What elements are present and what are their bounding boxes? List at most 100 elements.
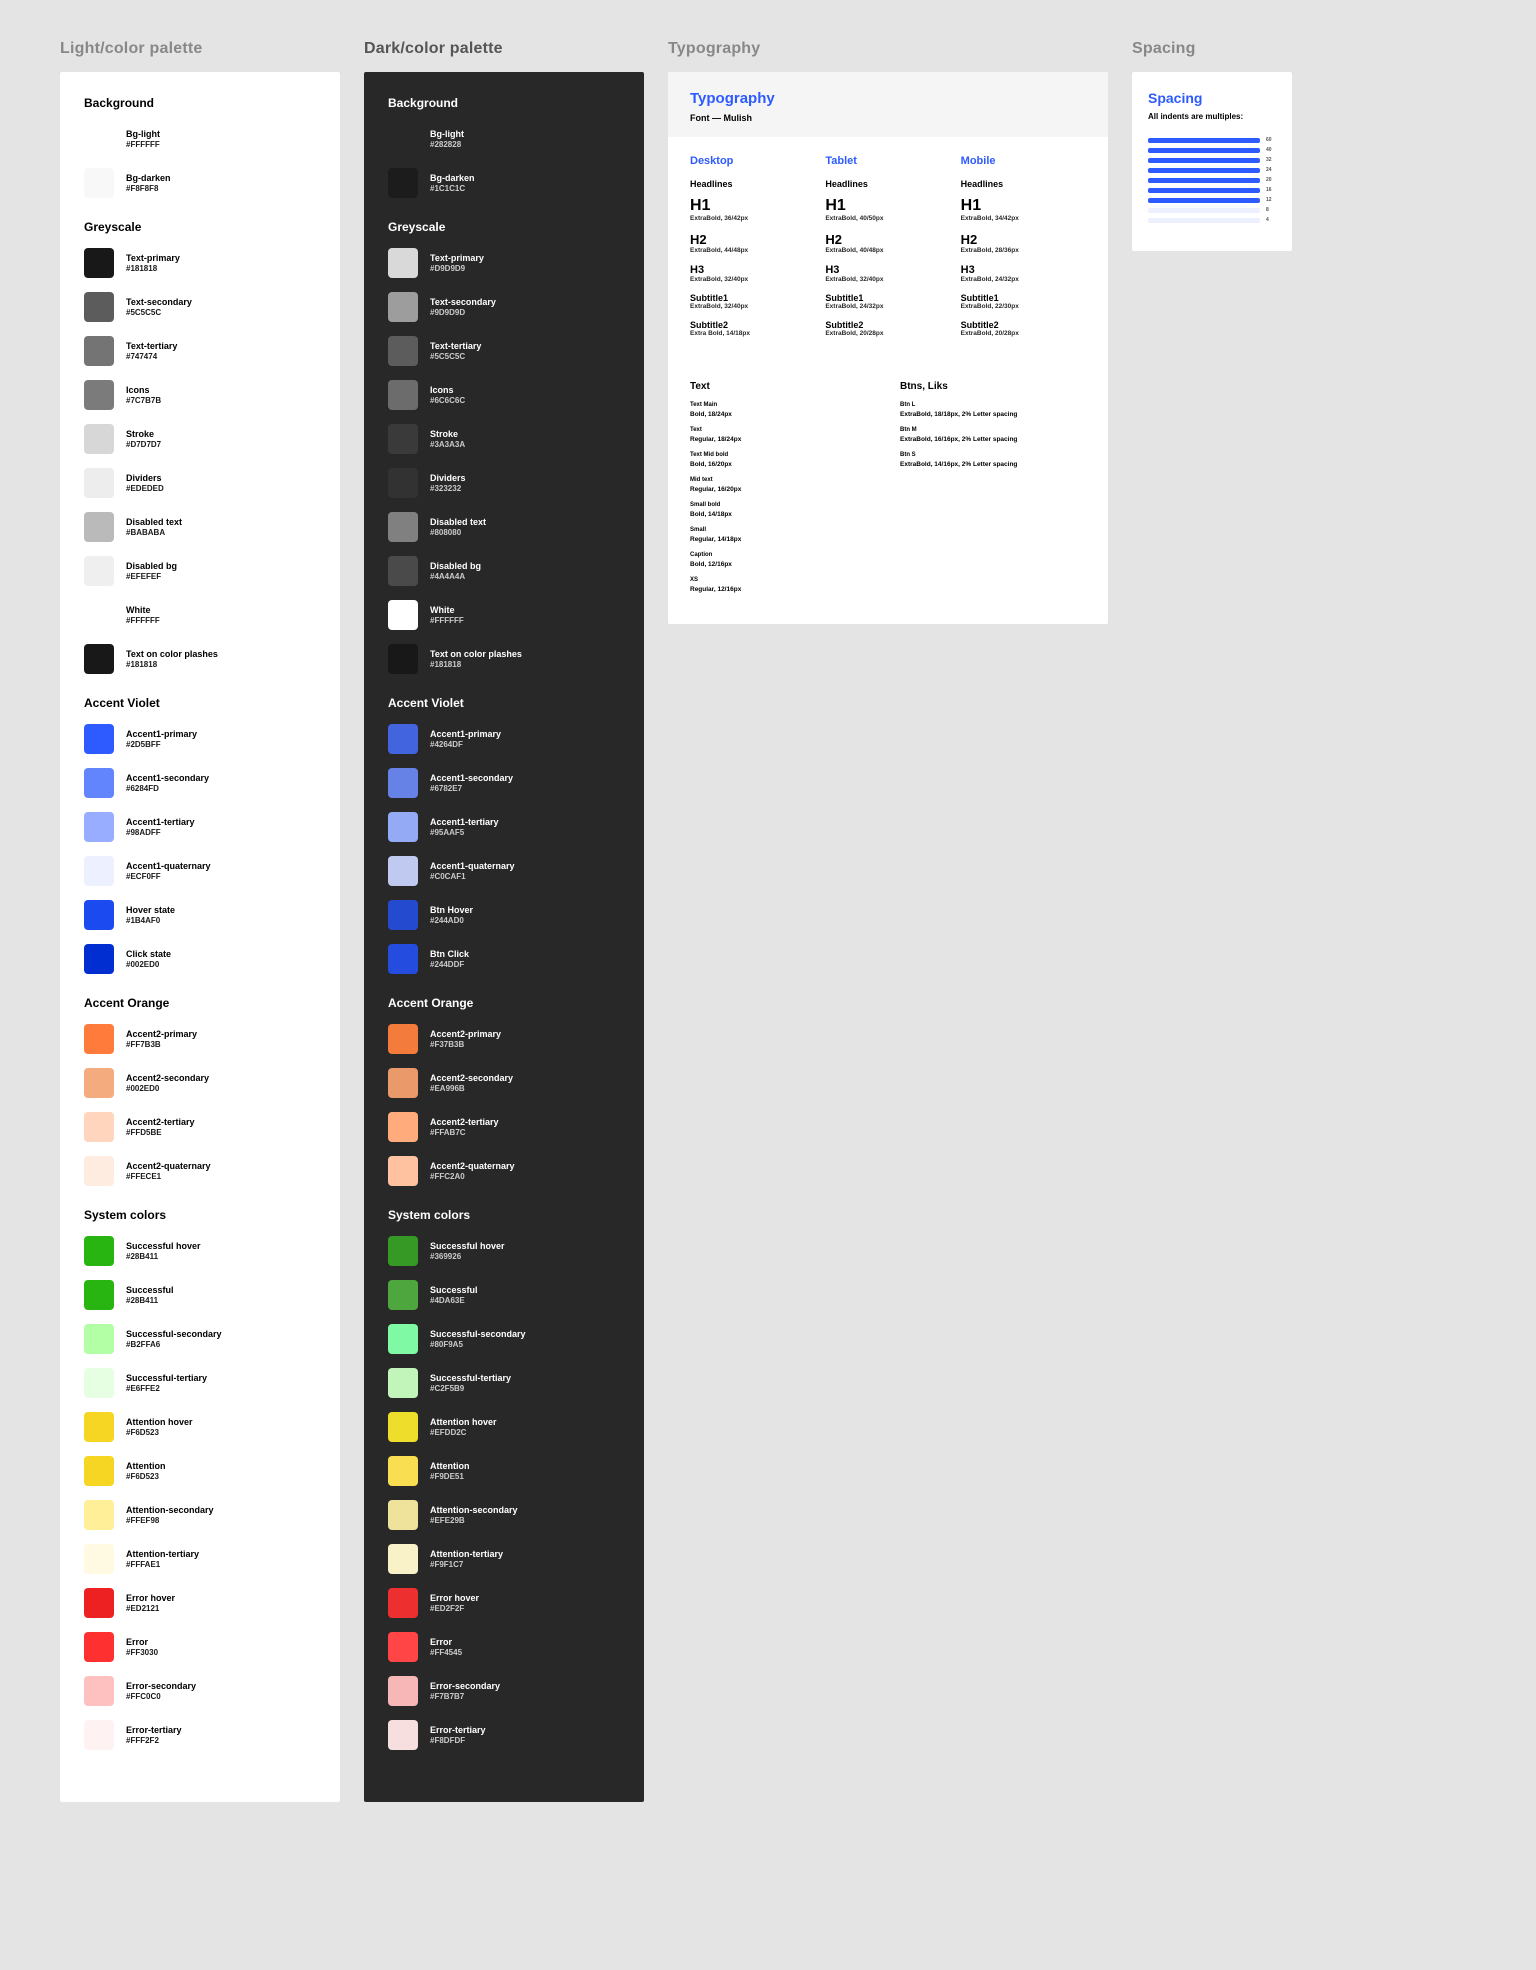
swatch-name: Accent1-tertiary	[126, 817, 195, 827]
swatch-row: Click state#002ED0	[84, 944, 316, 974]
headline-sample: Subtitle1ExtraBold, 22/30px	[961, 293, 1086, 310]
color-swatch	[84, 1500, 114, 1530]
swatch-row: Accent1-secondary#6284FD	[84, 768, 316, 798]
swatch-row: Icons#6C6C6C	[388, 380, 620, 410]
type-label: Text Mid bold	[690, 452, 876, 458]
swatch-row: Successful hover#369926	[388, 1236, 620, 1266]
swatch-row: Error#FF4545	[388, 1632, 620, 1662]
swatch-hex: #747474	[126, 352, 177, 361]
swatch-hex: #6C6C6C	[430, 396, 465, 405]
color-swatch	[388, 424, 418, 454]
color-swatch	[84, 168, 114, 198]
spacing-bar	[1148, 168, 1260, 173]
color-swatch	[388, 336, 418, 366]
color-swatch	[388, 1280, 418, 1310]
swatch-hex: #282828	[430, 140, 464, 149]
typography-font-line: Font — Mulish	[690, 113, 1086, 123]
headline-meta: ExtraBold, 20/28px	[961, 330, 1086, 337]
swatch-row: Dividers#323232	[388, 468, 620, 498]
headline-meta: ExtraBold, 32/40px	[825, 276, 950, 283]
swatch-row: Hover state#1B4AF0	[84, 900, 316, 930]
headline-sample: H2ExtraBold, 28/36px	[961, 232, 1086, 254]
type-label: Btn S	[900, 452, 1086, 458]
swatch-name: Accent1-secondary	[430, 773, 513, 783]
swatch-row: White#FFFFFF	[388, 600, 620, 630]
swatch-name: Accent1-primary	[126, 729, 197, 739]
swatch-hex: #95AAF5	[430, 828, 499, 837]
swatch-row: Accent1-primary#4264DF	[388, 724, 620, 754]
swatch-name: Attention-secondary	[430, 1505, 518, 1515]
headline-text: H1	[690, 197, 815, 215]
palette-section: System colorsSuccessful hover#369926Succ…	[388, 1208, 620, 1750]
type-sample: Mid textRegular, 16/20px	[690, 477, 876, 494]
headline-meta: ExtraBold, 40/50px	[825, 215, 950, 222]
swatch-name: Successful-tertiary	[126, 1373, 207, 1383]
swatch-name: Error-secondary	[126, 1681, 196, 1691]
swatch-name: Error-tertiary	[430, 1725, 486, 1735]
color-swatch	[84, 900, 114, 930]
swatch-hex: #F6D523	[126, 1428, 193, 1437]
spacing-bar	[1148, 178, 1260, 183]
color-swatch	[388, 1068, 418, 1098]
swatch-hex: #EFE29B	[430, 1516, 518, 1525]
swatch-name: Icons	[430, 385, 465, 395]
type-meta: ExtraBold, 18/18px, 2% Letter spacing	[900, 411, 1017, 418]
swatch-row: Attention#F9DE51	[388, 1456, 620, 1486]
swatch-row: Dividers#EDEDED	[84, 468, 316, 498]
type-sample: TextRegular, 18/24px	[690, 427, 876, 444]
swatch-row: Accent2-tertiary#FFAB7C	[388, 1112, 620, 1142]
swatch-hex: #BABABA	[126, 528, 182, 537]
spacing-row: 12	[1148, 197, 1276, 203]
swatch-hex: #323232	[430, 484, 466, 493]
palette-section: Accent OrangeAccent2-primary#FF7B3BAccen…	[84, 996, 316, 1186]
swatch-hex: #ECF0FF	[126, 872, 211, 881]
swatch-row: Successful-tertiary#C2F5B9	[388, 1368, 620, 1398]
color-swatch	[84, 424, 114, 454]
swatch-name: Text-tertiary	[430, 341, 481, 351]
swatch-hex: #98ADFF	[126, 828, 195, 837]
swatch-name: Successful-secondary	[430, 1329, 526, 1339]
section-heading: Greyscale	[388, 220, 620, 234]
swatch-row: Bg-light#FFFFFF	[84, 124, 316, 154]
type-sample: Text MainBold, 18/24px	[690, 402, 876, 419]
swatch-row: Successful hover#28B411	[84, 1236, 316, 1266]
swatch-name: Accent1-quaternary	[430, 861, 515, 871]
swatch-hex: #3A3A3A	[430, 440, 465, 449]
type-meta: ExtraBold, 14/16px, 2% Letter spacing	[900, 461, 1017, 468]
swatch-name: Disabled text	[430, 517, 486, 527]
device-heading: Mobile	[961, 155, 1086, 167]
swatch-name: Attention hover	[430, 1417, 497, 1427]
section-heading: Accent Violet	[388, 696, 620, 710]
type-label: Mid text	[690, 477, 876, 483]
swatch-hex: #1C1C1C	[430, 184, 475, 193]
swatch-name: Successful	[430, 1285, 478, 1295]
swatch-hex: #002ED0	[126, 960, 171, 969]
swatch-name: Dividers	[430, 473, 466, 483]
swatch-name: Successful-tertiary	[430, 1373, 511, 1383]
color-swatch	[84, 1112, 114, 1142]
swatch-row: Stroke#D7D7D7	[84, 424, 316, 454]
spacing-bar	[1148, 198, 1260, 203]
swatch-row: Disabled bg#EFEFEF	[84, 556, 316, 586]
swatch-name: Hover state	[126, 905, 175, 915]
swatch-name: Error hover	[430, 1593, 479, 1603]
color-swatch	[84, 512, 114, 542]
color-swatch	[388, 1544, 418, 1574]
color-swatch	[84, 1632, 114, 1662]
swatch-hex: #9D9D9D	[430, 308, 496, 317]
section-heading: Accent Orange	[388, 996, 620, 1010]
color-swatch	[388, 600, 418, 630]
type-sample: Btn S ExtraBold, 14/16px, 2% Letter spaci…	[900, 452, 1086, 469]
headline-sample: H3ExtraBold, 32/40px	[690, 264, 815, 283]
section-heading: Greyscale	[84, 220, 316, 234]
swatch-row: Accent2-primary#F37B3B	[388, 1024, 620, 1054]
swatch-name: Stroke	[126, 429, 161, 439]
swatch-name: Text on color plashes	[126, 649, 218, 659]
spacing-row: 60	[1148, 137, 1276, 143]
type-label: Caption	[690, 552, 876, 558]
color-swatch	[84, 1280, 114, 1310]
swatch-name: Successful hover	[126, 1241, 201, 1251]
swatch-row: Successful#4DA63E	[388, 1280, 620, 1310]
color-swatch	[388, 1588, 418, 1618]
swatch-row: Accent2-secondary#EA996B	[388, 1068, 620, 1098]
